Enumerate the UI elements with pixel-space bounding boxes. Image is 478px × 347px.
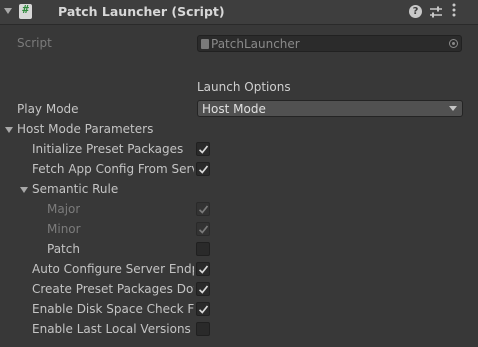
play-mode-selected-value: Host Mode bbox=[202, 102, 266, 116]
script-object-value: PatchLauncher bbox=[211, 37, 300, 51]
enable-last-local-versions-label: Enable Last Local Versions C bbox=[32, 322, 194, 336]
semantic-rule-foldout-arrow-icon[interactable] bbox=[20, 187, 28, 193]
component-title: Patch Launcher (Script) bbox=[58, 4, 225, 19]
auto-configure-server-checkbox[interactable] bbox=[196, 262, 210, 276]
checkmark-icon bbox=[198, 205, 209, 214]
auto-configure-server-label: Auto Configure Server Endpo bbox=[32, 262, 194, 276]
help-icon[interactable]: ? bbox=[409, 5, 422, 18]
play-mode-label: Play Mode bbox=[17, 102, 79, 116]
cs-script-icon bbox=[201, 39, 209, 49]
semantic-rule-patch-label: Patch bbox=[47, 242, 80, 256]
context-menu-icon[interactable] bbox=[450, 3, 458, 17]
host-mode-parameters-label[interactable]: Host Mode Parameters bbox=[17, 122, 153, 136]
checkmark-icon bbox=[198, 285, 209, 294]
script-component-icon bbox=[19, 3, 32, 19]
semantic-rule-major-label: Major bbox=[47, 202, 81, 216]
enable-last-local-versions-checkbox[interactable] bbox=[196, 322, 210, 336]
semantic-rule-patch-checkbox[interactable] bbox=[196, 242, 210, 256]
semantic-rule-major-checkbox bbox=[196, 202, 210, 216]
presets-sliders-icon[interactable] bbox=[429, 5, 443, 19]
checkmark-icon bbox=[198, 265, 209, 274]
checkmark-icon bbox=[198, 145, 209, 154]
create-preset-packages-label: Create Preset Packages Dow bbox=[32, 282, 194, 296]
fetch-app-config-label: Fetch App Config From Serve bbox=[32, 162, 194, 176]
fetch-app-config-checkbox[interactable] bbox=[196, 162, 210, 176]
semantic-rule-label[interactable]: Semantic Rule bbox=[32, 182, 118, 196]
initialize-preset-packages-label: Initialize Preset Packages bbox=[32, 142, 184, 156]
checkmark-icon bbox=[198, 305, 209, 314]
launch-options-heading: Launch Options bbox=[197, 80, 291, 94]
create-preset-packages-checkbox[interactable] bbox=[196, 282, 210, 296]
play-mode-dropdown[interactable]: Host Mode bbox=[197, 100, 463, 117]
host-mode-foldout-arrow-icon[interactable] bbox=[5, 127, 13, 133]
checkmark-icon bbox=[198, 225, 209, 234]
checkmark-icon bbox=[198, 165, 209, 174]
enable-disk-space-check-label: Enable Disk Space Check Fo bbox=[32, 302, 194, 316]
enable-disk-space-check-checkbox[interactable] bbox=[196, 302, 210, 316]
object-picker-icon[interactable] bbox=[449, 39, 458, 48]
script-label: Script bbox=[17, 36, 52, 50]
initialize-preset-packages-checkbox[interactable] bbox=[196, 142, 210, 156]
component-foldout-arrow-icon[interactable] bbox=[4, 8, 12, 14]
semantic-rule-minor-label: Minor bbox=[47, 222, 81, 236]
component-header: Patch Launcher (Script) ? bbox=[0, 0, 478, 25]
script-object-field[interactable]: PatchLauncher bbox=[197, 35, 462, 52]
chevron-down-icon bbox=[449, 106, 457, 111]
semantic-rule-minor-checkbox bbox=[196, 222, 210, 236]
